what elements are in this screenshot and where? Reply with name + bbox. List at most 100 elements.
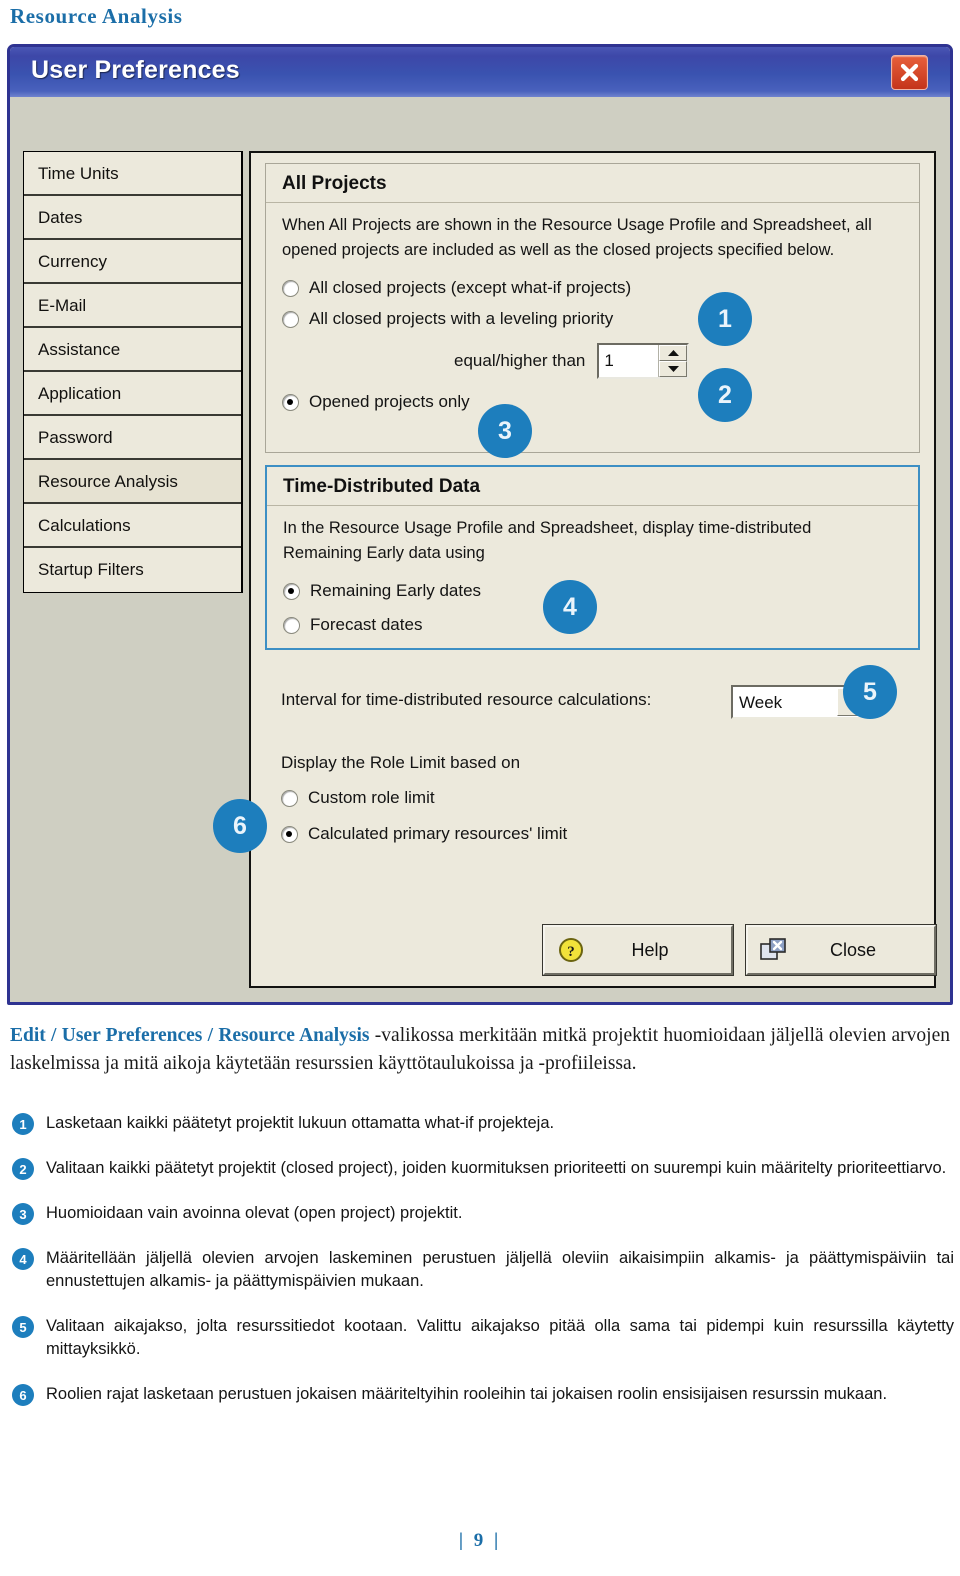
sidebar-item-currency[interactable]: Currency xyxy=(24,240,241,284)
sidebar-item-label: Password xyxy=(38,428,113,447)
sidebar-item-resource-analysis[interactable]: Resource Analysis xyxy=(24,460,241,504)
interval-section: Interval for time-distributed resource c… xyxy=(281,671,920,719)
sidebar-item-application[interactable]: Application xyxy=(24,372,241,416)
interval-label: Interval for time-distributed resource c… xyxy=(281,690,652,709)
close-button[interactable]: Close xyxy=(746,925,936,975)
note-text: Valitaan aikajakso, jolta resurssitiedot… xyxy=(46,1317,954,1358)
sidebar-item-label: Startup Filters xyxy=(38,560,144,579)
radio-icon xyxy=(283,616,300,634)
help-button[interactable]: ? Help xyxy=(543,925,733,975)
priority-threshold-stepper[interactable] xyxy=(597,343,690,379)
sidebar-item-time-units[interactable]: Time Units xyxy=(24,152,241,196)
note-number: 5 xyxy=(12,1316,34,1338)
radio-opened-projects-only[interactable]: Opened projects only xyxy=(282,392,919,412)
preferences-sidebar: Time Units Dates Currency E-Mail Assista… xyxy=(23,151,243,593)
stepper-arrows[interactable] xyxy=(658,345,688,377)
user-preferences-dialog: User Preferences Time Units Dates Curren… xyxy=(7,44,953,1005)
sidebar-item-assistance[interactable]: Assistance xyxy=(24,328,241,372)
notes-list: 1 Lasketaan kaikki päätetyt projektit lu… xyxy=(6,1112,954,1428)
close-button-label: Close xyxy=(829,939,877,960)
note-item: 5 Valitaan aikajakso, jolta resurssitied… xyxy=(6,1315,954,1361)
callout-badge-2: 2 xyxy=(698,368,752,422)
dialog-title: User Preferences xyxy=(31,56,240,84)
stepper-up-icon[interactable] xyxy=(659,345,688,361)
callout-badge-6: 6 xyxy=(213,799,267,853)
note-number: 2 xyxy=(12,1158,34,1180)
sidebar-item-label: Application xyxy=(38,384,122,403)
callout-badge-5: 5 xyxy=(843,665,897,719)
priority-threshold-label: equal/higher than xyxy=(454,351,586,370)
radio-calculated-primary-resources-limit[interactable]: Calculated primary resources' limit xyxy=(281,824,920,844)
radio-icon xyxy=(283,582,300,600)
interval-row: Interval for time-distributed resource c… xyxy=(281,685,920,719)
sidebar-item-label: Currency xyxy=(38,252,107,271)
note-item: 6 Roolien rajat lasketaan perustuen joka… xyxy=(6,1383,954,1406)
all-projects-description: When All Projects are shown in the Resou… xyxy=(282,216,872,259)
radio-label: Remaining Early dates xyxy=(310,581,482,600)
page-number: | 9 | xyxy=(458,1530,502,1551)
note-text: Huomioidaan vain avoinna olevat (open pr… xyxy=(46,1204,463,1222)
sidebar-item-label: Time Units xyxy=(38,164,119,183)
note-number: 1 xyxy=(12,1113,34,1135)
sidebar-item-email[interactable]: E-Mail xyxy=(24,284,241,328)
sidebar-item-label: Dates xyxy=(38,208,83,227)
radio-forecast-dates[interactable]: Forecast dates xyxy=(283,615,918,635)
radio-label: Opened projects only xyxy=(309,392,470,411)
radio-all-closed-projects[interactable]: All closed projects (except what-if proj… xyxy=(282,278,919,298)
sidebar-item-startup-filters[interactable]: Startup Filters xyxy=(24,548,241,592)
radio-custom-role-limit[interactable]: Custom role limit xyxy=(281,788,920,808)
close-window-icon xyxy=(748,937,800,963)
caption-lead: Edit / User Preferences / Resource Analy… xyxy=(10,1025,370,1046)
sidebar-item-label: Assistance xyxy=(38,340,121,359)
note-number: 3 xyxy=(12,1203,34,1225)
role-limit-section: Display the Role Limit based on Custom r… xyxy=(281,753,920,844)
time-distributed-title: Time-Distributed Data xyxy=(267,467,918,506)
dialog-body: Time Units Dates Currency E-Mail Assista… xyxy=(10,97,950,1002)
note-item: 3 Huomioidaan vain avoinna olevat (open … xyxy=(6,1202,954,1225)
note-number: 6 xyxy=(12,1384,34,1406)
note-text: Lasketaan kaikki päätetyt projektit luku… xyxy=(46,1114,555,1132)
note-item: 4 Määritellään jäljellä olevien arvojen … xyxy=(6,1247,954,1293)
caption-paragraph: Edit / User Preferences / Resource Analy… xyxy=(10,1022,950,1078)
note-text: Roolien rajat lasketaan perustuen jokais… xyxy=(46,1385,888,1403)
stepper-down-icon[interactable] xyxy=(659,361,688,377)
priority-threshold-input[interactable] xyxy=(599,345,659,377)
dialog-button-bar: ? Help Close xyxy=(543,925,936,975)
note-item: 1 Lasketaan kaikki päätetyt projektit lu… xyxy=(6,1112,954,1135)
radio-label: Calculated primary resources' limit xyxy=(308,824,568,843)
sidebar-item-password[interactable]: Password xyxy=(24,416,241,460)
help-question-icon: ? xyxy=(545,937,597,963)
radio-label: Custom role limit xyxy=(308,788,435,807)
close-x-icon[interactable] xyxy=(891,55,928,90)
note-number: 4 xyxy=(12,1248,34,1270)
role-limit-label: Display the Role Limit based on xyxy=(281,753,521,772)
time-distributed-description: In the Resource Usage Profile and Spread… xyxy=(283,519,812,562)
help-button-label: Help xyxy=(631,939,669,960)
resource-analysis-panel: All Projects When All Projects are shown… xyxy=(249,151,936,988)
svg-text:?: ? xyxy=(567,944,575,960)
all-projects-group: All Projects When All Projects are shown… xyxy=(265,163,920,453)
note-text: Valitaan kaikki päätetyt projektit (clos… xyxy=(46,1159,947,1177)
callout-badge-4: 4 xyxy=(543,580,597,634)
sidebar-item-label: Calculations xyxy=(38,516,131,535)
radio-label: All closed projects (except what-if proj… xyxy=(309,278,632,297)
note-text: Määritellään jäljellä olevien arvojen la… xyxy=(46,1249,954,1290)
sidebar-item-label: Resource Analysis xyxy=(38,472,178,491)
radio-icon xyxy=(282,279,299,297)
dialog-titlebar: User Preferences xyxy=(10,47,950,97)
callout-badge-3: 3 xyxy=(478,404,532,458)
sidebar-item-calculations[interactable]: Calculations xyxy=(24,504,241,548)
priority-threshold-row: equal/higher than xyxy=(454,343,919,379)
radio-label: All closed projects with a leveling prio… xyxy=(309,309,614,328)
all-projects-title: All Projects xyxy=(266,164,919,203)
radio-icon xyxy=(282,310,299,328)
time-distributed-data-group: Time-Distributed Data In the Resource Us… xyxy=(265,465,920,650)
radio-label: Forecast dates xyxy=(310,615,423,634)
radio-all-closed-with-leveling-priority[interactable]: All closed projects with a leveling prio… xyxy=(282,309,919,329)
note-item: 2 Valitaan kaikki päätetyt projektit (cl… xyxy=(6,1157,954,1180)
interval-value: Week xyxy=(739,692,783,712)
page-title: Resource Analysis xyxy=(10,4,183,28)
sidebar-item-dates[interactable]: Dates xyxy=(24,196,241,240)
radio-remaining-early-dates[interactable]: Remaining Early dates xyxy=(283,581,918,601)
sidebar-item-label: E-Mail xyxy=(38,296,87,315)
